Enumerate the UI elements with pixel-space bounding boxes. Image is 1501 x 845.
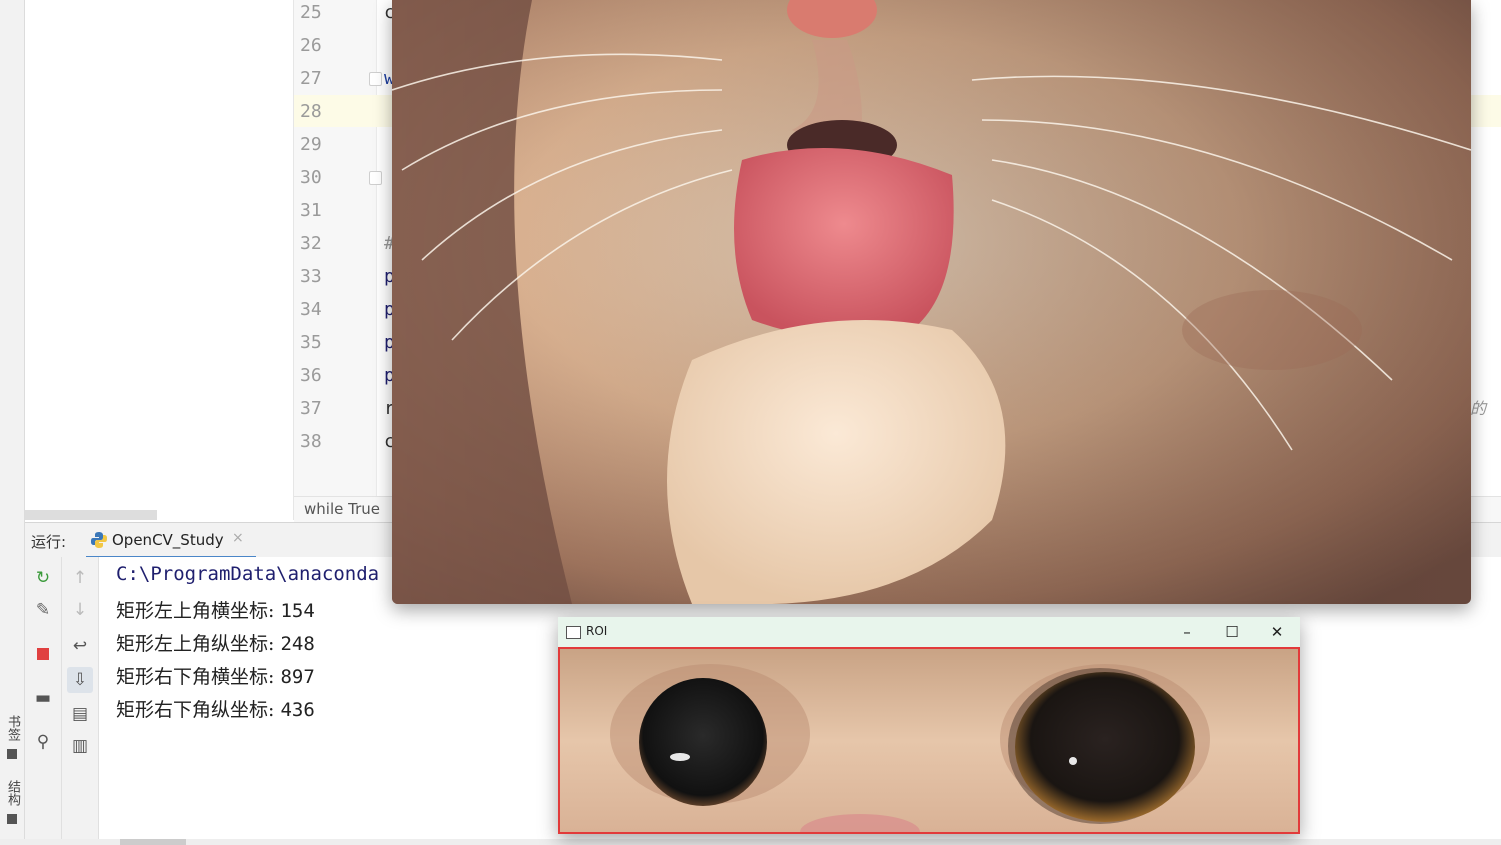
line-number: 37 — [300, 398, 322, 419]
bookmark-icon — [7, 749, 17, 760]
minimize-icon[interactable]: – — [1172, 621, 1202, 643]
console-line-value: 154 — [280, 600, 315, 622]
close-window-icon[interactable]: ✕ — [1262, 621, 1292, 643]
scrollbar-thumb[interactable] — [120, 839, 186, 845]
console-command-line: C:\ProgramData\anaconda — [116, 563, 380, 585]
line-number: 33 — [300, 266, 322, 287]
bookmarks-tab-label: 书签 — [5, 715, 20, 741]
line-number: 31 — [300, 200, 322, 221]
console-line: 矩形左上角横坐标: 154 — [116, 596, 315, 623]
scroll-to-end-icon[interactable]: ⇩ — [67, 667, 93, 693]
rerun-icon[interactable]: ↻ — [32, 567, 54, 589]
left-tool-strip: 书签 结构 — [0, 0, 25, 845]
run-tab-label: OpenCV_Study — [112, 531, 224, 549]
line-number: 28 — [300, 101, 322, 122]
run-panel-label: 运行: — [31, 533, 67, 551]
line-number: 38 — [300, 431, 322, 452]
fold-marker[interactable] — [369, 72, 382, 86]
line-number: 36 — [300, 365, 322, 386]
line-number: 30 — [300, 167, 322, 188]
horizontal-scrollbar[interactable] — [0, 839, 1501, 845]
console-line: 矩形右下角横坐标: 897 — [116, 662, 315, 689]
line-number: 34 — [300, 299, 322, 320]
image-window — [392, 0, 1471, 604]
structure-tab[interactable]: 结构 — [3, 780, 22, 825]
cat-eyes-image — [560, 649, 1298, 832]
arrow-down-icon[interactable]: ↓ — [69, 599, 91, 621]
project-panel — [25, 0, 294, 520]
roi-image-view — [558, 647, 1300, 834]
print-icon[interactable]: ▤ — [69, 703, 91, 725]
run-toolbar-primary: ↻ ✎ ▬ ⚲ — [25, 557, 62, 839]
roi-window-title: ROI — [586, 624, 608, 638]
cat-image — [392, 0, 1471, 604]
breadcrumb[interactable]: while True — [304, 500, 380, 518]
console-line-value: 248 — [280, 633, 315, 655]
console-line: 矩形左上角纵坐标: 248 — [116, 629, 315, 656]
line-number: 27 — [300, 68, 322, 89]
bookmarks-tab[interactable]: 书签 — [3, 715, 22, 760]
maximize-icon[interactable]: ☐ — [1217, 621, 1247, 643]
roi-window: ROI – ☐ ✕ — [558, 617, 1300, 834]
soft-wrap-icon[interactable]: ↩ — [69, 635, 91, 657]
line-number: 32 — [300, 233, 322, 254]
console-line-value: 436 — [280, 699, 315, 721]
code-fragment-right: 的 — [1470, 399, 1487, 418]
console-line-label: 矩形左上角横坐标: — [116, 600, 275, 622]
stop-icon[interactable] — [32, 643, 54, 665]
console-line-label: 矩形右下角横坐标: — [116, 666, 275, 688]
wrench-icon[interactable]: ✎ — [32, 599, 54, 621]
console-line-label: 矩形左上角纵坐标: — [116, 633, 275, 655]
line-number: 25 — [300, 2, 322, 23]
console-line-value: 897 — [280, 666, 315, 688]
arrow-up-icon[interactable]: ↑ — [69, 567, 91, 589]
window-app-icon — [566, 626, 581, 639]
close-icon[interactable]: × — [232, 530, 244, 546]
line-number: 35 — [300, 332, 322, 353]
pin-icon[interactable]: ⚲ — [32, 731, 54, 753]
fold-marker[interactable] — [369, 171, 382, 185]
console-line: 矩形右下角纵坐标: 436 — [116, 695, 315, 722]
structure-icon — [7, 814, 17, 825]
layout-icon[interactable]: ▬ — [32, 687, 54, 709]
run-toolbar-secondary: ↑ ↓ ↩ ⇩ ▤ ▥ — [62, 557, 99, 839]
structure-tab-label: 结构 — [5, 780, 20, 806]
trash-icon[interactable]: ▥ — [69, 735, 91, 757]
python-icon — [91, 532, 107, 548]
roi-titlebar[interactable]: ROI – ☐ ✕ — [558, 617, 1300, 647]
project-scrollbar[interactable] — [25, 510, 157, 520]
line-number: 26 — [300, 35, 322, 56]
console-line-label: 矩形右下角纵坐标: — [116, 699, 275, 721]
line-number: 29 — [300, 134, 322, 155]
